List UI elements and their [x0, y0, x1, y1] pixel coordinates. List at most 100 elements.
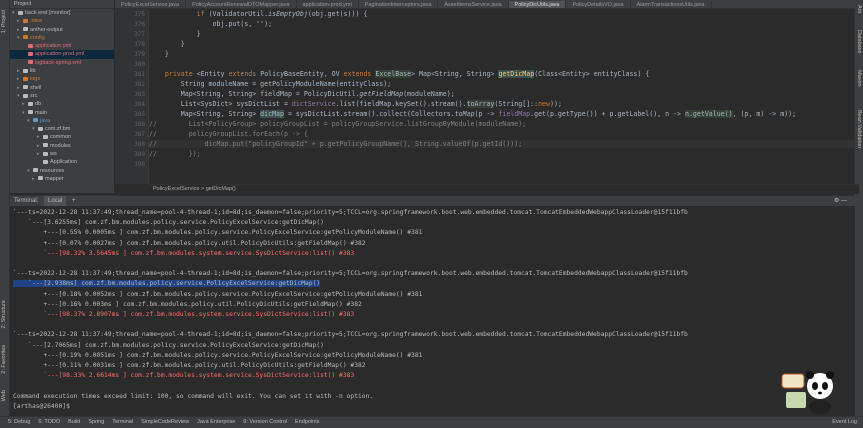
- tree-item[interactable]: application.yml: [10, 42, 114, 50]
- code-line: }: [149, 30, 201, 38]
- editor-tab[interactable]: PaginationInterceptors.java: [359, 1, 439, 8]
- tree-item-label: resources: [40, 167, 65, 174]
- code-line: if (ValidatorUtil.isEmptyObj(obj.get(s))…: [196, 10, 368, 18]
- status-bar-item[interactable]: Java Enterprise: [197, 417, 235, 428]
- terminal-line: +---[0.19% 0.0051ms ] com.zf.bm.modules.…: [13, 351, 423, 359]
- tree-item-label: lib: [30, 68, 36, 75]
- tree-item[interactable]: ▸ logs: [10, 75, 114, 83]
- line-number: 382: [134, 81, 145, 88]
- editor-tab[interactable]: application-prod.yml: [297, 1, 359, 8]
- tree-item[interactable]: ▸ .idea: [10, 17, 114, 25]
- tree-item[interactable]: ▸ anther-output: [10, 26, 114, 34]
- line-number: 378: [134, 41, 145, 48]
- project-tree: ▾ back end [monitor] ▸ .idea ▸ anther-output ▾…: [10, 9, 114, 183]
- line-number: 376: [134, 21, 145, 28]
- terminal-line: `---[3.6255ms] com.zf.bm.modules.policy.…: [13, 219, 324, 227]
- status-bar-item[interactable]: Build: [68, 417, 80, 428]
- tree-item[interactable]: application-prod.yml: [10, 50, 114, 59]
- tree-item-label: application.yml: [35, 43, 72, 50]
- tree-item[interactable]: ▾ com.zf.bm: [10, 125, 114, 133]
- tree-item[interactable]: ▸ modules: [10, 142, 114, 150]
- line-number: 388: [134, 141, 145, 148]
- event-log-button[interactable]: Event Log: [832, 417, 857, 428]
- code-editor[interactable]: if (ValidatorUtil.isEmptyObj(obj.get(s))…: [149, 9, 855, 184]
- line-number: 381: [134, 71, 145, 78]
- right-strip-tab[interactable]: Maven: [856, 70, 862, 87]
- tree-item-label: shell: [30, 84, 42, 91]
- tree-item-label: com.zf.bm: [45, 126, 71, 133]
- editor-tab[interactable]: PolicyAccountRenewalDTOMapper.java: [186, 1, 297, 8]
- terminal-title: Terminal:: [14, 198, 39, 204]
- tree-item[interactable]: ▸ common: [10, 133, 114, 141]
- editor-tab[interactable]: PolicyDetailsVO.java: [566, 1, 631, 8]
- tree-item[interactable]: Application: [10, 158, 114, 166]
- line-number: 380: [134, 61, 145, 68]
- status-bar-item[interactable]: 6: TODO: [38, 417, 60, 428]
- editor-tab[interactable]: AlarmTransactionsUtils.java: [631, 1, 712, 8]
- code-line: private <Entity extends PolicyBaseEntity…: [164, 70, 650, 78]
- status-bar-item[interactable]: Terminal: [112, 417, 133, 428]
- gear-icon[interactable]: ⚙ —: [830, 196, 851, 206]
- terminal-line: `---ts=2022-12-28 11:37:49;thread_name=p…: [13, 209, 688, 216]
- terminal-line: `---[98.33% 2.6614ms ] com.zf.bm.modules…: [13, 372, 355, 380]
- status-bar-item[interactable]: 5: Debug: [8, 417, 30, 428]
- tree-item[interactable]: ▾ main: [10, 109, 114, 117]
- project-panel: Project ▾ back end [monitor] ▸ .idea ▸ anther…: [10, 0, 114, 193]
- file-icon: [23, 68, 28, 73]
- file-icon: [23, 18, 28, 23]
- file-icon: [28, 60, 33, 65]
- left-strip-tab[interactable]: Web: [1, 390, 7, 401]
- code-line: // });: [149, 150, 201, 158]
- file-icon: [23, 76, 28, 81]
- terminal-line: `---[98.37% 2.8907ms ] com.zf.bm.modules…: [13, 311, 355, 318]
- line-number: 385: [134, 111, 145, 118]
- tree-item-label: anther-output: [30, 26, 63, 33]
- terminal-output[interactable]: `---ts=2022-12-28 11:37:49;thread_name=p…: [10, 206, 855, 416]
- file-icon: [43, 143, 48, 148]
- terminal-tab-local[interactable]: Local: [44, 196, 67, 206]
- file-icon: [33, 168, 38, 173]
- tree-item[interactable]: ▾ back end [monitor]: [10, 9, 114, 17]
- file-icon: [43, 135, 48, 139]
- tree-item-label: db: [35, 101, 42, 108]
- status-bar-item[interactable]: 9: Version Control: [243, 417, 287, 428]
- tree-item[interactable]: ▸ shell: [10, 84, 114, 92]
- tree-item[interactable]: ▾ config: [10, 34, 114, 42]
- tree-item-label: logs: [30, 76, 41, 83]
- tree-item[interactable]: ▾ src: [10, 92, 114, 100]
- tree-item[interactable]: logback-spring.xml: [10, 59, 114, 67]
- status-bar-item[interactable]: SimpleCodeReview: [141, 417, 189, 428]
- tree-item-label: src: [30, 92, 38, 99]
- tree-item[interactable]: ▸ mapper: [10, 175, 114, 183]
- terminal-line: `---ts=2022-12-28 11:37:49;thread_name=p…: [13, 331, 688, 339]
- editor-tab[interactable]: PolicyExcelService.java: [115, 1, 187, 8]
- terminal-line: `---[2.938ms] com.zf.bm.modules.policy.s…: [13, 280, 321, 288]
- tree-item[interactable]: ▸ db: [10, 100, 114, 108]
- file-icon: [18, 10, 23, 15]
- tree-item[interactable]: ▸ lib: [10, 67, 114, 75]
- tree-item[interactable]: ▾ resources: [10, 167, 114, 175]
- editor-tab[interactable]: AssetItemsService.java: [438, 1, 509, 8]
- editor-breadcrumb[interactable]: PolicyExcelService > getDicMap(): [149, 184, 859, 194]
- status-bar-item[interactable]: Endpoints: [295, 417, 319, 428]
- project-panel-header[interactable]: Project: [10, 0, 114, 9]
- tree-item[interactable]: ▸ ws: [10, 150, 114, 158]
- terminal-line: `---[98.32% 3.5645ms ] com.zf.bm.modules…: [13, 249, 355, 257]
- code-line: // List<PolicyGroup> policyGroupList = p…: [149, 120, 527, 128]
- right-strip-tab[interactable]: Database: [856, 30, 862, 54]
- line-number: 389: [134, 151, 145, 158]
- file-icon: [23, 35, 28, 40]
- tree-item[interactable]: ▾ java: [10, 117, 114, 125]
- line-number: 386: [134, 121, 145, 128]
- editor-tab[interactable]: PolicyDicUtils.java: [508, 1, 567, 8]
- left-strip-tab[interactable]: 1: Project: [1, 10, 7, 33]
- tree-item-label: config: [30, 34, 45, 41]
- right-strip-tab[interactable]: Bean Validation: [856, 110, 862, 148]
- left-strip-tab[interactable]: 2: Favorites: [1, 345, 7, 374]
- terminal-add-button[interactable]: +: [68, 196, 80, 206]
- status-bar-item[interactable]: Spring: [88, 417, 104, 428]
- left-strip-tab[interactable]: 2: Structure: [1, 300, 7, 328]
- left-tool-strip: 1: Project 2: Structure 2: Favorites Web: [0, 0, 10, 416]
- right-strip-tab[interactable]: Ant: [856, 5, 862, 13]
- code-line: String moduleName = getPolicyModuleName(…: [149, 80, 392, 88]
